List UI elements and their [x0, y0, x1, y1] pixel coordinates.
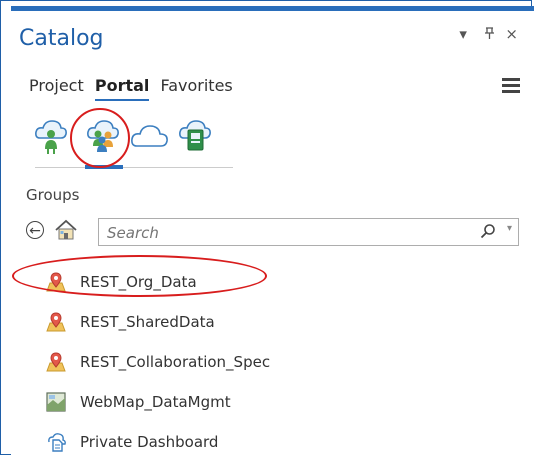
catalog-tabs: Project Portal Favorites [29, 76, 239, 101]
all-portal-icon[interactable] [130, 116, 170, 156]
tab-project[interactable]: Project [29, 76, 84, 95]
window-controls: ▾ × [459, 25, 524, 43]
tab-portal-label: Portal [94, 76, 150, 95]
section-label: Groups [26, 186, 80, 204]
list-item[interactable]: WebMap_DataMgmt [45, 382, 505, 422]
menu-icon[interactable] [502, 78, 520, 96]
annotation-circle [70, 108, 130, 168]
list-item[interactable]: REST_SharedData [45, 302, 505, 342]
search-input[interactable] [105, 222, 469, 244]
list-item-label: REST_Collaboration_Spec [80, 353, 271, 371]
search-options-chevron-icon[interactable]: ▾ [507, 223, 512, 234]
close-icon[interactable]: × [505, 25, 524, 43]
tab-portal[interactable]: Portal [94, 76, 150, 101]
my-content-icon[interactable] [34, 116, 68, 156]
pane-title: Catalog [19, 26, 104, 51]
web-map-icon [46, 392, 66, 412]
dashboard-icon [48, 433, 66, 452]
tab-favorites[interactable]: Favorites [160, 76, 232, 95]
list-item[interactable]: REST_Collaboration_Spec [45, 342, 505, 382]
search-field[interactable]: ▾ [98, 218, 519, 246]
active-tab-underline [94, 99, 150, 101]
living-atlas-icon[interactable] [178, 116, 212, 156]
home-icon[interactable] [54, 218, 78, 242]
pin-icon[interactable] [484, 25, 495, 43]
group-pin-icon [46, 312, 66, 332]
list-item-label: REST_SharedData [80, 313, 215, 331]
search-icon[interactable] [480, 223, 496, 239]
back-arrow-icon[interactable]: ← [26, 221, 44, 239]
list-item-label: WebMap_DataMgmt [80, 393, 231, 411]
icon-row-divider [35, 167, 233, 168]
annotation-ellipse [12, 255, 267, 297]
list-item-label: Private Dashboard [80, 433, 219, 451]
list-item[interactable]: Private Dashboard [45, 422, 505, 462]
group-pin-icon [46, 352, 66, 372]
search-row: ← ▾ [26, 218, 521, 246]
options-dropdown-icon[interactable]: ▾ [459, 25, 473, 43]
